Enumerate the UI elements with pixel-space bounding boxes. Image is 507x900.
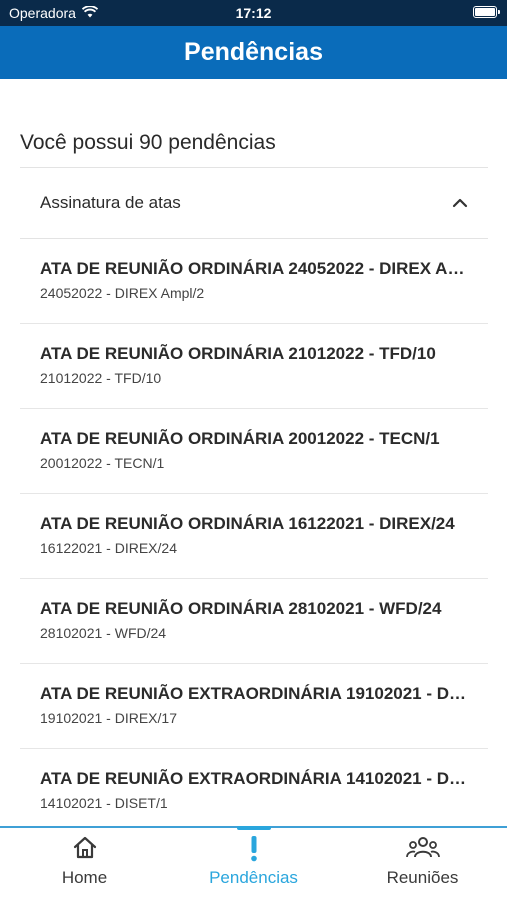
item-subtitle: 19102021 - DIREX/17 [40,710,177,726]
list-item[interactable]: ATA DE REUNIÃO ORDINÁRIA 24052022 - DIRE… [20,239,488,324]
item-title: ATA DE REUNIÃO ORDINÁRIA 16122021 - DIRE… [40,514,455,533]
item-subtitle: 20012022 - TECN/1 [40,455,165,471]
people-icon [405,834,440,862]
list-item[interactable]: ATA DE REUNIÃO EXTRAORDINÁRIA 19102021 -… [20,664,488,749]
tab-pendencias[interactable]: Pendências [169,826,338,900]
main-content: Você possui 90 pendências Assinatura de … [20,79,488,834]
tab-label: Pendências [209,868,298,887]
page-header: Pendências [0,26,507,79]
item-title: ATA DE REUNIÃO ORDINÁRIA 24052022 - DIRE… [40,259,468,278]
pending-summary: Você possui 90 pendências [20,79,488,168]
item-title: ATA DE REUNIÃO ORDINÁRIA 21012022 - TFD/… [40,344,436,363]
list-item[interactable]: ATA DE REUNIÃO EXTRAORDINÁRIA 14102021 -… [20,749,488,834]
list-item[interactable]: ATA DE REUNIÃO ORDINÁRIA 21012022 - TFD/… [20,324,488,409]
section-title: Assinatura de atas [40,193,181,212]
tab-bar: Home Pendências Reuniões [0,826,507,900]
list-item[interactable]: ATA DE REUNIÃO ORDINÁRIA 16122021 - DIRE… [20,494,488,579]
pending-list: ATA DE REUNIÃO ORDINÁRIA 24052022 - DIRE… [20,239,488,834]
item-subtitle: 14102021 - DISET/1 [40,795,168,811]
item-subtitle: 28102021 - WFD/24 [40,625,167,641]
item-subtitle: 24052022 - DIREX Ampl/2 [40,285,205,301]
list-item[interactable]: ATA DE REUNIÃO ORDINÁRIA 28102021 - WFD/… [20,579,488,664]
status-time: 17:12 [235,5,272,21]
tab-home[interactable]: Home [0,828,169,900]
status-bar: Operadora 17:12 [0,0,507,26]
item-title: ATA DE REUNIÃO ORDINÁRIA 20012022 - TECN… [40,429,440,448]
item-title: ATA DE REUNIÃO EXTRAORDINÁRIA 19102021 -… [40,684,468,703]
active-tab-indicator [236,826,271,830]
item-title: ATA DE REUNIÃO ORDINÁRIA 28102021 - WFD/… [40,599,442,618]
tab-label: Home [61,868,108,887]
tab-label: Reuniões [386,868,459,887]
battery-icon [473,6,500,18]
item-subtitle: 21012022 - TFD/10 [40,370,162,386]
item-title: ATA DE REUNIÃO EXTRAORDINÁRIA 14102021 -… [40,769,468,788]
list-item[interactable]: ATA DE REUNIÃO ORDINÁRIA 20012022 - TECN… [20,409,488,494]
section-header-assinatura[interactable]: Assinatura de atas [20,168,488,239]
exclamation-icon [249,834,259,862]
page-title: Pendências [184,38,323,66]
item-subtitle: 16122021 - DIREX/24 [40,540,177,556]
home-icon [72,834,98,862]
chevron-up-icon[interactable] [452,195,468,211]
tab-reunioes[interactable]: Reuniões [338,828,507,900]
